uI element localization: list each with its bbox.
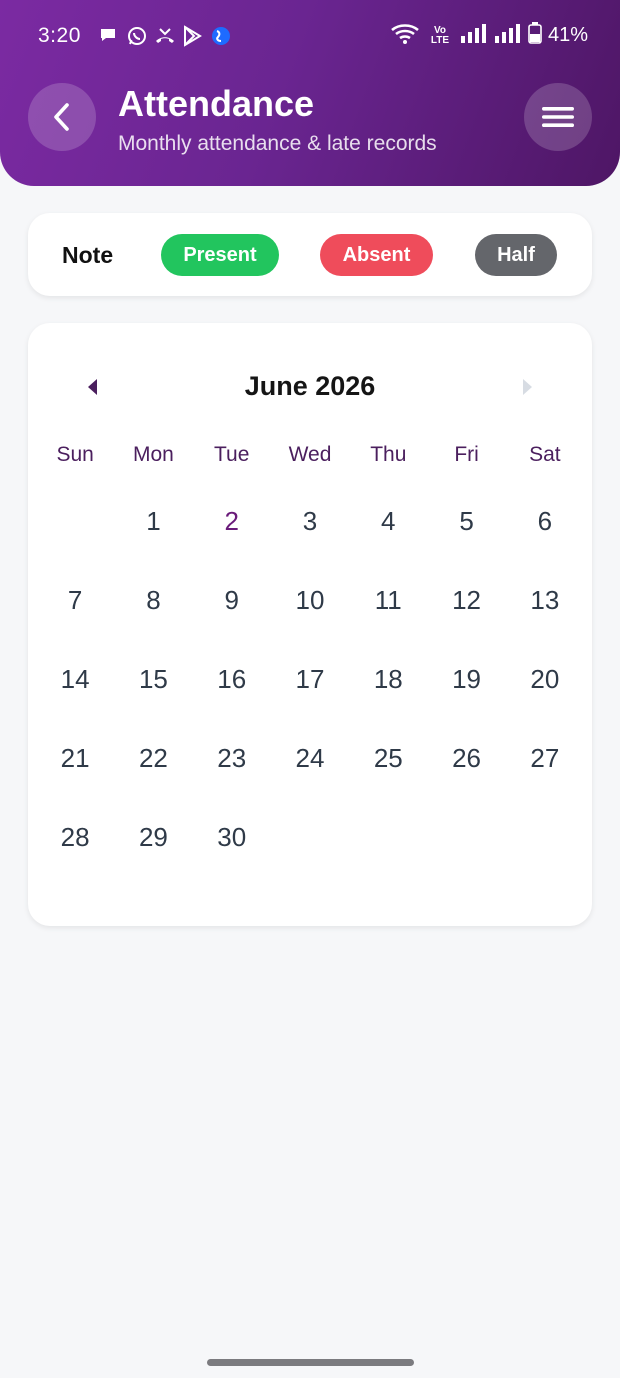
weekday-label: Mon	[132, 443, 174, 466]
next-month-button[interactable]	[518, 375, 538, 399]
empty-day-cell	[36, 503, 114, 582]
calendar-day[interactable]: 2	[193, 503, 271, 582]
calendar-day-grid: 1 2 3 4 5 6 7 8 9 10 11 12 13 14 15 16 17 18 19 20 21 22 23 24 2…	[36, 503, 584, 898]
battery-percentage: 41%	[547, 24, 588, 46]
calendar-day[interactable]: 11	[349, 582, 427, 661]
notification-icons	[98, 25, 232, 47]
month-title: June 2026	[244, 371, 376, 401]
calendar-day[interactable]: 19	[427, 661, 505, 740]
missed-call-icon	[154, 25, 176, 47]
calendar-day[interactable]: 23	[193, 740, 271, 819]
calendar-day[interactable]: 21	[36, 740, 114, 819]
signal-icon-2	[494, 22, 522, 49]
calendar-day[interactable]: 28	[36, 819, 114, 898]
calendar-day[interactable]: 1	[114, 503, 192, 582]
calendar-day[interactable]: 25	[349, 740, 427, 819]
calendar-day[interactable]: 16	[193, 661, 271, 740]
weekday-label: Sat	[529, 443, 561, 466]
status-bar: 3:20 Vo LTE 41%	[0, 0, 620, 72]
calendar-day[interactable]: 4	[349, 503, 427, 582]
calendar-day[interactable]: 26	[427, 740, 505, 819]
calendar-day[interactable]: 3	[271, 503, 349, 582]
page-subtitle: Monthly attendance & late records	[118, 132, 437, 155]
calendar-day[interactable]: 18	[349, 661, 427, 740]
volte-indicator: Vo LTE	[426, 25, 454, 46]
calendar-day[interactable]: 27	[506, 740, 584, 819]
caret-right-icon	[523, 379, 532, 395]
status-time: 3:20	[38, 24, 81, 47]
calendar-day[interactable]: 14	[36, 661, 114, 740]
wifi-icon	[390, 22, 420, 49]
back-button[interactable]	[28, 83, 96, 151]
legend-label: Note	[62, 242, 114, 268]
chat-bubble-icon	[98, 25, 120, 47]
app-header: 3:20 Vo LTE 41% Attendance Monthly atten…	[0, 0, 620, 186]
battery-icon	[528, 22, 542, 49]
calendar-day[interactable]: 22	[114, 740, 192, 819]
calendar-day[interactable]: 29	[114, 819, 192, 898]
weekday-label: Fri	[454, 443, 479, 466]
home-indicator[interactable]	[207, 1359, 414, 1366]
chevron-left-icon	[54, 103, 69, 131]
page-title: Attendance	[118, 83, 315, 124]
legend-card: Note Present Absent Half	[28, 213, 592, 296]
weekday-label: Thu	[370, 443, 407, 466]
calendar-day[interactable]: 9	[193, 582, 271, 661]
calendar-day[interactable]: 17	[271, 661, 349, 740]
hamburger-menu-icon	[542, 107, 574, 127]
whatsapp-icon	[126, 25, 148, 47]
status-right: Vo LTE 41%	[390, 22, 588, 49]
volte-bottom: LTE	[430, 34, 450, 46]
signal-icon-1	[460, 22, 488, 49]
calendar-day[interactable]: 15	[114, 661, 192, 740]
calendar-card: June 2026 Sun Mon Tue Wed Thu Fri Sat 12345678…	[28, 323, 592, 926]
calendar-day[interactable]: 5	[427, 503, 505, 582]
calendar-day[interactable]: 6	[506, 503, 584, 582]
weekday-header: Sun Mon Tue Wed Thu Fri Sat	[36, 443, 584, 467]
calendar-day[interactable]: 8	[114, 582, 192, 661]
calendar-day[interactable]: 13	[506, 582, 584, 661]
legend-absent-badge: Absent	[320, 234, 433, 276]
weekday-label: Wed	[288, 443, 332, 466]
calendar-day[interactable]: 7	[36, 582, 114, 661]
calendar-day[interactable]: 20	[506, 661, 584, 740]
legend-half-badge: Half	[475, 234, 557, 276]
calendar-day[interactable]: 12	[427, 582, 505, 661]
calendar-day[interactable]: 24	[271, 740, 349, 819]
weekday-label: Tue	[213, 443, 250, 466]
play-store-icon	[182, 25, 204, 47]
menu-button[interactable]	[524, 83, 592, 151]
weekday-label: Sun	[56, 443, 94, 466]
calendar-day[interactable]: 30	[193, 819, 271, 898]
legend-present-badge: Present	[161, 234, 279, 276]
calendar-day[interactable]: 10	[271, 582, 349, 661]
globe-app-icon	[210, 25, 232, 47]
